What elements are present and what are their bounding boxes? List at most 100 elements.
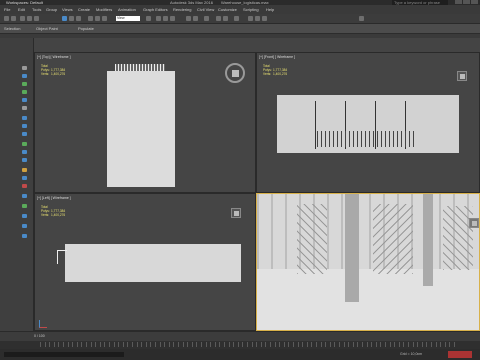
motion-icon[interactable]	[22, 90, 27, 94]
axis-tripod-icon	[39, 320, 47, 328]
render-icon[interactable]	[262, 16, 267, 21]
undo-icon[interactable]	[4, 16, 9, 21]
close-button[interactable]	[471, 0, 478, 4]
menu-customize[interactable]: Customize	[218, 5, 237, 14]
track-bar-tick	[155, 342, 156, 347]
display-icon[interactable]	[22, 98, 27, 102]
menu-group[interactable]: Group	[46, 5, 57, 14]
menu-file[interactable]: File	[4, 5, 10, 14]
command-panel	[0, 38, 34, 333]
track-bar-tick	[132, 342, 133, 347]
viewport-top[interactable]: [+] [Top] [ Wireframe ] Total Polys:1,77…	[34, 52, 256, 193]
track-bar[interactable]	[0, 341, 480, 349]
bind-icon[interactable]	[34, 16, 39, 21]
viewport-left[interactable]: [+] [Left] [ Wireframe ] Total Polys:1,7…	[34, 193, 256, 331]
snap-icon[interactable]	[156, 16, 161, 21]
viewport-label[interactable]: [+] [Left] [ Wireframe ]	[37, 196, 71, 200]
time-slider[interactable]: 0 / 100	[0, 331, 480, 341]
viewport-perspective[interactable]	[256, 193, 480, 331]
track-bar-tick	[339, 342, 340, 347]
modify-icon[interactable]	[22, 74, 27, 78]
rotate-icon[interactable]	[95, 16, 100, 21]
select-by-name-icon[interactable]	[69, 16, 74, 21]
viewport-label[interactable]: [+] [Front] [ Wireframe ]	[259, 55, 295, 59]
tool-icon[interactable]	[22, 214, 27, 218]
reference-coordinate-select[interactable]: View	[116, 16, 140, 21]
menu-modifiers[interactable]: Modifiers	[96, 5, 112, 14]
track-bar-tick	[320, 342, 322, 347]
menu-tools[interactable]: Tools	[32, 5, 41, 14]
track-bar-tick	[251, 342, 253, 347]
track-bar-tick	[366, 342, 368, 347]
minimize-button[interactable]	[455, 0, 462, 4]
layer-icon[interactable]	[204, 16, 209, 21]
maximize-button[interactable]	[463, 0, 470, 4]
menu-graph-editors[interactable]: Graph Editors	[143, 5, 168, 14]
viewcube-icon[interactable]	[457, 71, 467, 81]
material-editor-icon[interactable]	[234, 16, 239, 21]
viewcube-icon[interactable]	[231, 208, 241, 218]
track-bar-tick	[113, 342, 115, 347]
create-icon[interactable]	[22, 66, 27, 70]
menu-edit[interactable]: Edit	[18, 5, 25, 14]
auto-key-button[interactable]	[448, 351, 472, 358]
frame-counter: 0 / 100	[34, 334, 45, 338]
ribbon-tab-object-paint[interactable]: Object Paint	[36, 24, 58, 34]
percent-snap-icon[interactable]	[170, 16, 175, 21]
menu-scripting[interactable]: Scripting	[243, 5, 259, 14]
tool-icon[interactable]	[22, 132, 27, 136]
tool-icon[interactable]	[22, 124, 27, 128]
schematic-icon[interactable]	[223, 16, 228, 21]
tool-icon[interactable]	[22, 224, 27, 228]
link-icon[interactable]	[20, 16, 25, 21]
tool-icon[interactable]	[22, 116, 27, 120]
utilities-icon[interactable]	[22, 106, 27, 110]
tool-icon[interactable]	[22, 168, 27, 172]
stat-verts: 1,400,276	[273, 72, 288, 76]
curve-editor-icon[interactable]	[216, 16, 221, 21]
viewcube-compass-icon[interactable]	[225, 63, 245, 83]
tool-icon[interactable]	[22, 142, 27, 146]
tool-icon[interactable]	[22, 150, 27, 154]
viewport-front[interactable]: [+] [Front] [ Wireframe ] Total Polys:1,…	[256, 52, 480, 193]
mirror-icon[interactable]	[186, 16, 191, 21]
menu-help[interactable]: Help	[266, 5, 274, 14]
angle-snap-icon[interactable]	[163, 16, 168, 21]
unlink-icon[interactable]	[27, 16, 32, 21]
scale-icon[interactable]	[102, 16, 107, 21]
track-bar-tick	[173, 342, 175, 347]
hierarchy-icon[interactable]	[22, 82, 27, 86]
pivot-icon[interactable]	[146, 16, 151, 21]
track-bar-tick	[352, 342, 354, 347]
tool-icon[interactable]	[22, 194, 27, 198]
teapot-icon[interactable]	[359, 16, 364, 21]
track-bar-tick	[67, 342, 69, 347]
tool-icon[interactable]	[22, 176, 27, 180]
ribbon-tab-selection[interactable]: Selection	[4, 24, 20, 34]
menu-rendering[interactable]: Rendering	[173, 5, 191, 14]
track-bar-tick	[311, 342, 313, 347]
render-frame-icon[interactable]	[255, 16, 260, 21]
menu-animation[interactable]: Animation	[118, 5, 136, 14]
tool-icon[interactable]	[22, 158, 27, 162]
ribbon-tab-populate[interactable]: Populate	[78, 24, 94, 34]
select-object-icon[interactable]	[62, 16, 67, 21]
menu-civil-view[interactable]: Civil View	[197, 5, 214, 14]
track-bar-tick	[122, 342, 124, 347]
region-select-icon[interactable]	[76, 16, 81, 21]
maxscript-listener-input[interactable]	[4, 352, 124, 357]
warehouse-model-top	[107, 64, 175, 187]
menu-create[interactable]: Create	[78, 5, 90, 14]
render-setup-icon[interactable]	[248, 16, 253, 21]
tool-icon[interactable]	[22, 204, 27, 208]
align-icon[interactable]	[193, 16, 198, 21]
track-bar-tick	[394, 342, 396, 347]
viewcube-icon[interactable]	[469, 218, 479, 228]
tool-icon[interactable]	[22, 184, 27, 188]
redo-icon[interactable]	[11, 16, 16, 21]
tool-icon[interactable]	[22, 234, 27, 238]
move-icon[interactable]	[88, 16, 93, 21]
viewport-label[interactable]: [+] [Top] [ Wireframe ]	[37, 55, 71, 59]
menu-views[interactable]: Views	[62, 5, 73, 14]
scene-statistics: Total Polys:1,777,384 Verts: 1,400,276	[41, 205, 65, 217]
